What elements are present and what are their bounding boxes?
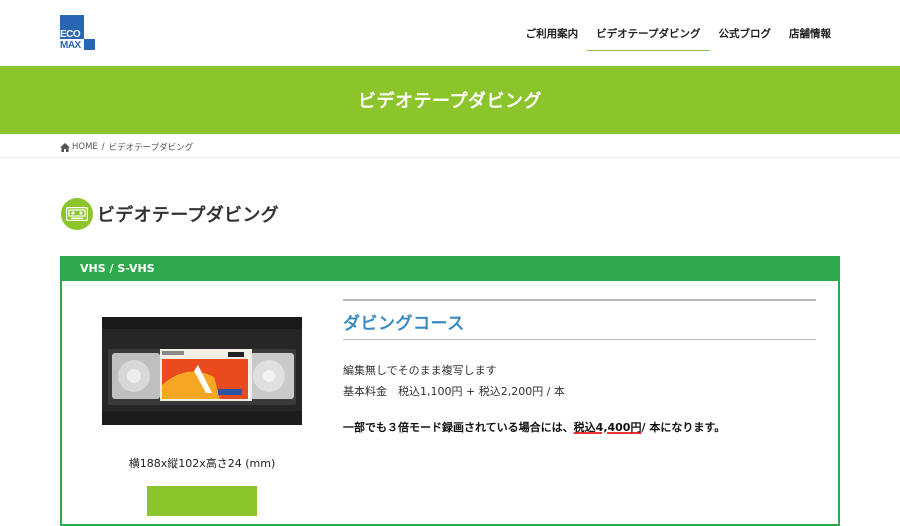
header-divider bbox=[0, 157, 900, 158]
note-suffix: / 本になります。 bbox=[641, 421, 726, 434]
course-divider-bottom bbox=[343, 339, 816, 340]
breadcrumb-home[interactable]: HOME bbox=[72, 142, 98, 152]
breadcrumb-current: ビデオテープダビング bbox=[108, 143, 194, 153]
main-nav: ご利用案内 ビデオテープダビング 公式ブログ 店舗情報 bbox=[517, 0, 840, 66]
triple-mode-note: 一部でも３倍モード録画されている場合には、税込4,400円/ 本になります。 bbox=[343, 419, 725, 435]
section-heading: ビデオテープダビング bbox=[61, 198, 279, 230]
breadcrumb: HOME / ビデオテープダビング bbox=[60, 141, 193, 153]
nav-store-info[interactable]: 店舗情報 bbox=[780, 0, 840, 66]
banner-title: ビデオテープダビング bbox=[358, 91, 542, 112]
course-base-price: 基本料金 税込1,100円 + 税込2,200円 / 本 bbox=[343, 385, 565, 398]
nav-videotape-dubbing[interactable]: ビデオテープダビング bbox=[587, 0, 710, 66]
logo-text-eco: ECO bbox=[60, 29, 81, 40]
breadcrumb-separator: / bbox=[101, 142, 105, 152]
green-action-button[interactable] bbox=[147, 486, 257, 516]
nav-official-blog[interactable]: 公式ブログ bbox=[710, 0, 781, 66]
site-header: ECO MAX ご利用案内 ビデオテープダビング 公式ブログ 店舗情報 bbox=[0, 0, 900, 66]
logo-text-max: MAX bbox=[60, 40, 82, 51]
home-icon bbox=[60, 142, 70, 152]
nav-usage-guide[interactable]: ご利用案内 bbox=[517, 0, 588, 66]
logo-square-small bbox=[84, 39, 95, 50]
ecomax-logo[interactable]: ECO MAX bbox=[60, 15, 95, 51]
note-price: 税込4,400円 bbox=[573, 421, 642, 434]
cassette-size: 横188x縦102x高さ24 (mm) bbox=[128, 457, 276, 470]
note-prefix: 一部でも３倍モード録画されている場合には、 bbox=[343, 421, 574, 434]
videotape-icon bbox=[61, 198, 93, 230]
vhs-cassette-image bbox=[102, 317, 302, 425]
course-title: ダビングコース bbox=[343, 314, 465, 334]
course-divider-top bbox=[343, 299, 816, 301]
page-banner: ビデオテープダビング bbox=[0, 66, 900, 134]
course-description: 編集無しでそのまま複写します bbox=[343, 364, 497, 377]
product-box-header: VHS / S-VHS bbox=[60, 256, 840, 281]
section-title: ビデオテープダビング bbox=[97, 205, 279, 226]
